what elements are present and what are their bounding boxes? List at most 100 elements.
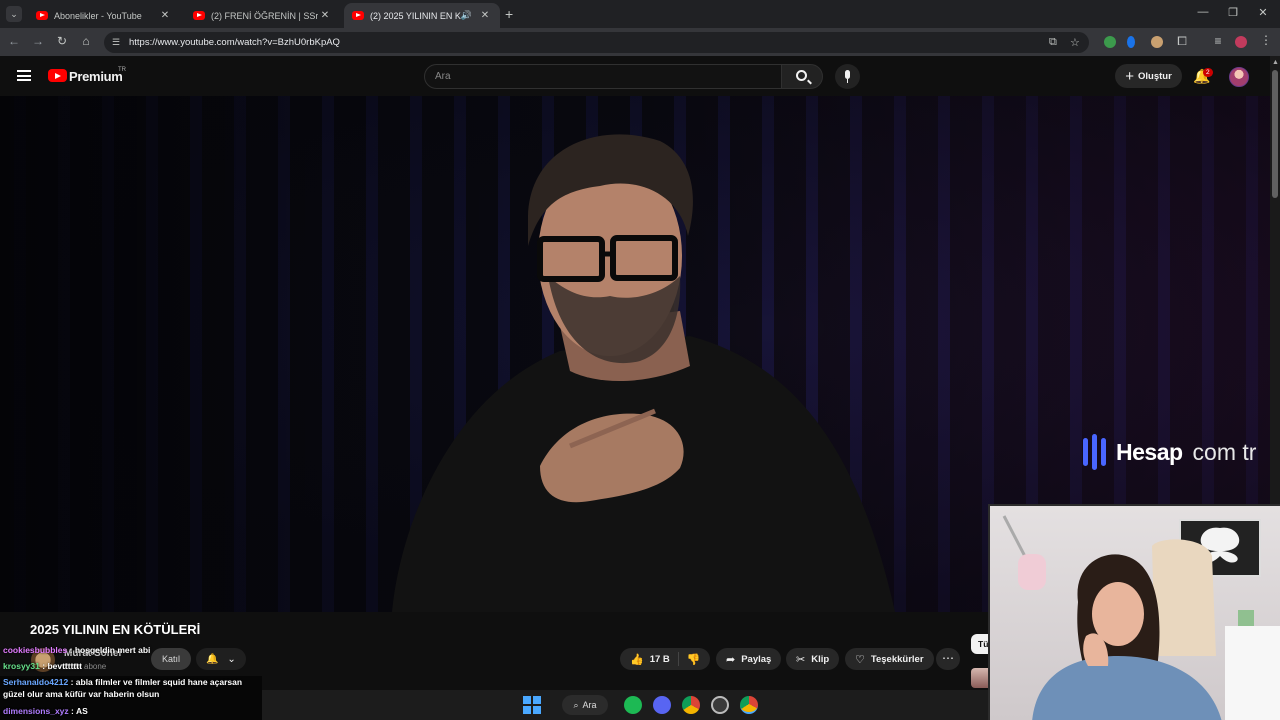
youtube-brand[interactable]: Premium <box>69 69 123 84</box>
create-label: Oluştur <box>1137 70 1172 82</box>
plus-icon: + <box>1125 67 1134 85</box>
search-icon <box>796 70 807 81</box>
thumbs-down-icon: 👎 <box>686 653 701 666</box>
browser-toolbar: ← → ↻ ⌂ ☰ https://www.youtube.com/watch?… <box>0 28 1280 56</box>
youtube-masthead: Premium TR Ara + Oluştur 🔔 2 <box>0 56 1270 96</box>
thanks-button[interactable]: ♡ Teşekkürler <box>845 648 934 670</box>
close-window-icon[interactable]: ✕ <box>1256 6 1270 19</box>
extension-cookie-icon[interactable] <box>1151 36 1163 48</box>
site-info-icon[interactable]: ☰ <box>112 37 120 48</box>
chat-username: Serhanaldo4212 <box>3 677 69 687</box>
close-tab-icon[interactable]: ✕ <box>318 10 332 21</box>
chrome-icon[interactable] <box>682 696 700 714</box>
create-button[interactable]: + Oluştur <box>1115 64 1182 88</box>
youtube-favicon-icon <box>352 11 364 20</box>
scissors-icon: ✂ <box>796 653 806 666</box>
like-button[interactable]: 👍 17 B <box>620 652 679 666</box>
heart-dollar-icon: ♡ <box>855 653 865 666</box>
tab-ssriders[interactable]: (2) FRENİ ÖĞRENİN | SSriders | ✕ <box>185 3 340 28</box>
obs-icon[interactable] <box>711 696 729 714</box>
forward-icon[interactable]: → <box>30 34 46 48</box>
windows-start-icon[interactable] <box>523 696 541 714</box>
chat-message: krosyy31 : bevttttttt <box>3 661 82 671</box>
sponsor-watermark: Hesap com tr <box>1083 434 1256 470</box>
taskbar-search[interactable]: ⌕ Ara <box>562 695 608 715</box>
chat-username: dimensions_xyz <box>3 706 69 716</box>
account-avatar[interactable] <box>1229 67 1249 87</box>
chat-message: cookiesbubbles : hoşgeldin mert abi <box>3 645 151 655</box>
chat-username: krosyy31 <box>3 661 40 671</box>
search-input[interactable]: Ara <box>424 64 782 89</box>
minimize-icon[interactable]: — <box>1196 6 1210 18</box>
extension-shield-icon[interactable] <box>1104 36 1116 48</box>
home-icon[interactable]: ⌂ <box>78 34 94 48</box>
more-actions-button[interactable]: ⋯ <box>936 648 960 670</box>
chat-text: abla filmler ve filmler squid hane açars… <box>75 677 243 687</box>
profile-avatar-icon[interactable] <box>1235 36 1247 48</box>
chat-text: AS <box>75 706 88 716</box>
audio-playing-icon[interactable]: 🔊 <box>461 10 472 21</box>
back-icon[interactable]: ← <box>6 34 22 48</box>
extensions-puzzle-icon[interactable]: ⧠ <box>1174 34 1190 49</box>
watermark-brand: Hesap <box>1116 438 1183 465</box>
like-count: 17 B <box>649 653 670 665</box>
discord-icon[interactable] <box>653 696 671 714</box>
webcam-scene <box>1002 515 1280 720</box>
bookmark-star-icon[interactable]: ☆ <box>1070 36 1080 49</box>
dislike-button[interactable]: 👎 <box>679 653 709 666</box>
close-tab-icon[interactable]: ✕ <box>158 10 172 21</box>
spotify-icon[interactable] <box>624 696 642 714</box>
extension-audio-icon[interactable] <box>1127 36 1135 48</box>
url-text[interactable]: https://www.youtube.com/watch?v=BzhU0rbK… <box>129 37 340 48</box>
share-label: Paylaş <box>741 653 772 665</box>
voice-search-button[interactable] <box>835 64 860 89</box>
notification-badge: 2 <box>1203 68 1213 77</box>
chat-username: cookiesbubbles <box>3 645 68 655</box>
browser-menu-icon[interactable]: ⋮ <box>1258 33 1274 47</box>
scroll-up-icon[interactable]: ▲ <box>1272 59 1279 66</box>
install-app-icon[interactable]: ⧉ <box>1049 36 1057 49</box>
chat-message: dimensions_xyz : AS <box>3 706 88 716</box>
youtube-logo-icon[interactable] <box>48 69 67 82</box>
chat-text: bevttttttt <box>47 661 82 671</box>
screen: ⌄ Abonelikler - YouTube ✕ (2) FRENİ ÖĞRE… <box>0 0 1280 720</box>
media-controls-icon[interactable]: ≡ <box>1210 34 1226 48</box>
tab-search-button[interactable]: ⌄ <box>6 6 22 22</box>
chrome-active-icon[interactable] <box>740 696 758 714</box>
hesap-logo-icon <box>1083 434 1107 470</box>
address-bar[interactable]: ☰ https://www.youtube.com/watch?v=BzhU0r… <box>104 32 1089 53</box>
restore-icon[interactable]: ❐ <box>1226 6 1240 19</box>
tab-title: (2) FRENİ ÖĞRENİN | SSriders | <box>211 10 318 21</box>
menu-icon[interactable] <box>17 70 31 81</box>
related-thumbnail[interactable] <box>971 668 989 688</box>
clip-button[interactable]: ✂ Klip <box>786 648 840 670</box>
tab-title: Abonelikler - YouTube <box>54 10 142 21</box>
tab-current-video[interactable]: (2) 2025 YILININ EN KÖTÜLE 🔊 ✕ <box>344 3 500 28</box>
search-placeholder: Ara <box>435 71 451 82</box>
new-tab-button[interactable]: + <box>505 6 513 22</box>
search-icon: ⌕ <box>573 699 579 710</box>
chat-text: güzel olur ama küfür var haberin olsun <box>3 689 160 699</box>
chat-message: Serhanaldo4212 : abla filmler ve filmler… <box>3 677 243 687</box>
thanks-label: Teşekkürler <box>870 653 924 665</box>
reload-icon[interactable]: ↻ <box>54 34 70 48</box>
scroll-thumb[interactable] <box>1272 70 1278 198</box>
tab-title: (2) 2025 YILININ EN KÖTÜLE <box>370 10 461 21</box>
stream-chat-overlay: cookiesbubbles : hoşgeldin mert abi kros… <box>0 640 262 720</box>
youtube-favicon-icon <box>36 11 48 20</box>
country-code: TR <box>118 67 126 73</box>
chat-text: hoşgeldin mert abi <box>74 645 151 655</box>
page-scrollbar[interactable]: ▲ <box>1270 56 1280 504</box>
chat-message-continued: güzel olur ama küfür var haberin olsun <box>3 689 159 699</box>
close-tab-icon[interactable]: ✕ <box>478 10 492 21</box>
browser-tab-strip: ⌄ Abonelikler - YouTube ✕ (2) FRENİ ÖĞRE… <box>0 0 1280 28</box>
watermark-suffix: com tr <box>1192 438 1257 465</box>
share-button[interactable]: ➦ Paylaş <box>716 648 782 670</box>
like-dislike-group: 👍 17 B 👎 <box>620 648 710 670</box>
share-icon: ➦ <box>726 653 736 666</box>
taskbar-search-label: Ara <box>582 700 597 710</box>
search-button[interactable] <box>781 64 823 89</box>
video-title: 2025 YILININ EN KÖTÜLERİ <box>30 622 201 637</box>
youtube-favicon-icon <box>193 11 205 20</box>
tab-subscriptions[interactable]: Abonelikler - YouTube ✕ <box>28 3 180 28</box>
